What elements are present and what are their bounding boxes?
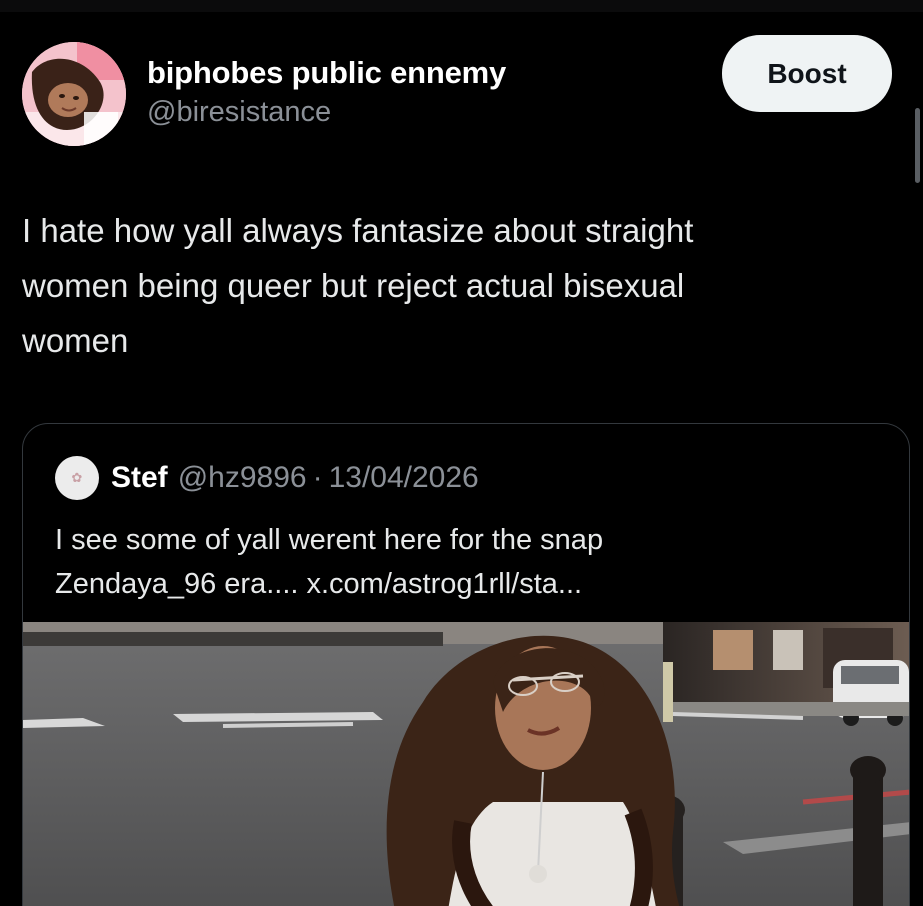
author-avatar[interactable] <box>22 42 126 146</box>
top-edge <box>0 0 923 12</box>
post-header: biphobes public ennemy @biresistance Boo… <box>22 35 892 148</box>
quoted-author-handle[interactable]: @hz9896 <box>178 461 307 495</box>
quoted-post-media[interactable] <box>23 622 909 906</box>
quoted-text-line: I see some of yall werent here for the s… <box>55 524 604 556</box>
quoted-post-card[interactable]: ✿ Stef @hz9896 · 13/04/2026 I see some o… <box>22 423 910 906</box>
quoted-text-line: Zendaya_96 era.... x.com/astrog1rll/sta.… <box>55 568 583 600</box>
separator-dot: · <box>312 461 323 494</box>
author-display-name[interactable]: biphobes public ennemy <box>147 54 506 92</box>
quoted-post-header: ✿ Stef @hz9896 · 13/04/2026 <box>55 456 479 500</box>
street-photo-icon <box>23 622 909 906</box>
post-text: I hate how yall always fantasize about s… <box>22 212 694 359</box>
author-handle[interactable]: @biresistance <box>147 94 506 130</box>
quoted-author-avatar[interactable]: ✿ <box>55 456 99 500</box>
quoted-author-display-name[interactable]: Stef <box>111 461 168 495</box>
quoted-post-date[interactable]: 13/04/2026 <box>329 461 479 495</box>
author-names: biphobes public ennemy @biresistance <box>147 54 506 130</box>
quoted-post-text: I see some of yall werent here for the s… <box>55 518 875 606</box>
scrollbar[interactable] <box>915 108 920 183</box>
boost-button[interactable]: Boost <box>722 35 892 112</box>
avatar-photo-icon: ✿ <box>71 470 83 485</box>
avatar-photo-icon <box>22 42 126 146</box>
post-screen: biphobes public ennemy @biresistance Boo… <box>0 0 923 906</box>
